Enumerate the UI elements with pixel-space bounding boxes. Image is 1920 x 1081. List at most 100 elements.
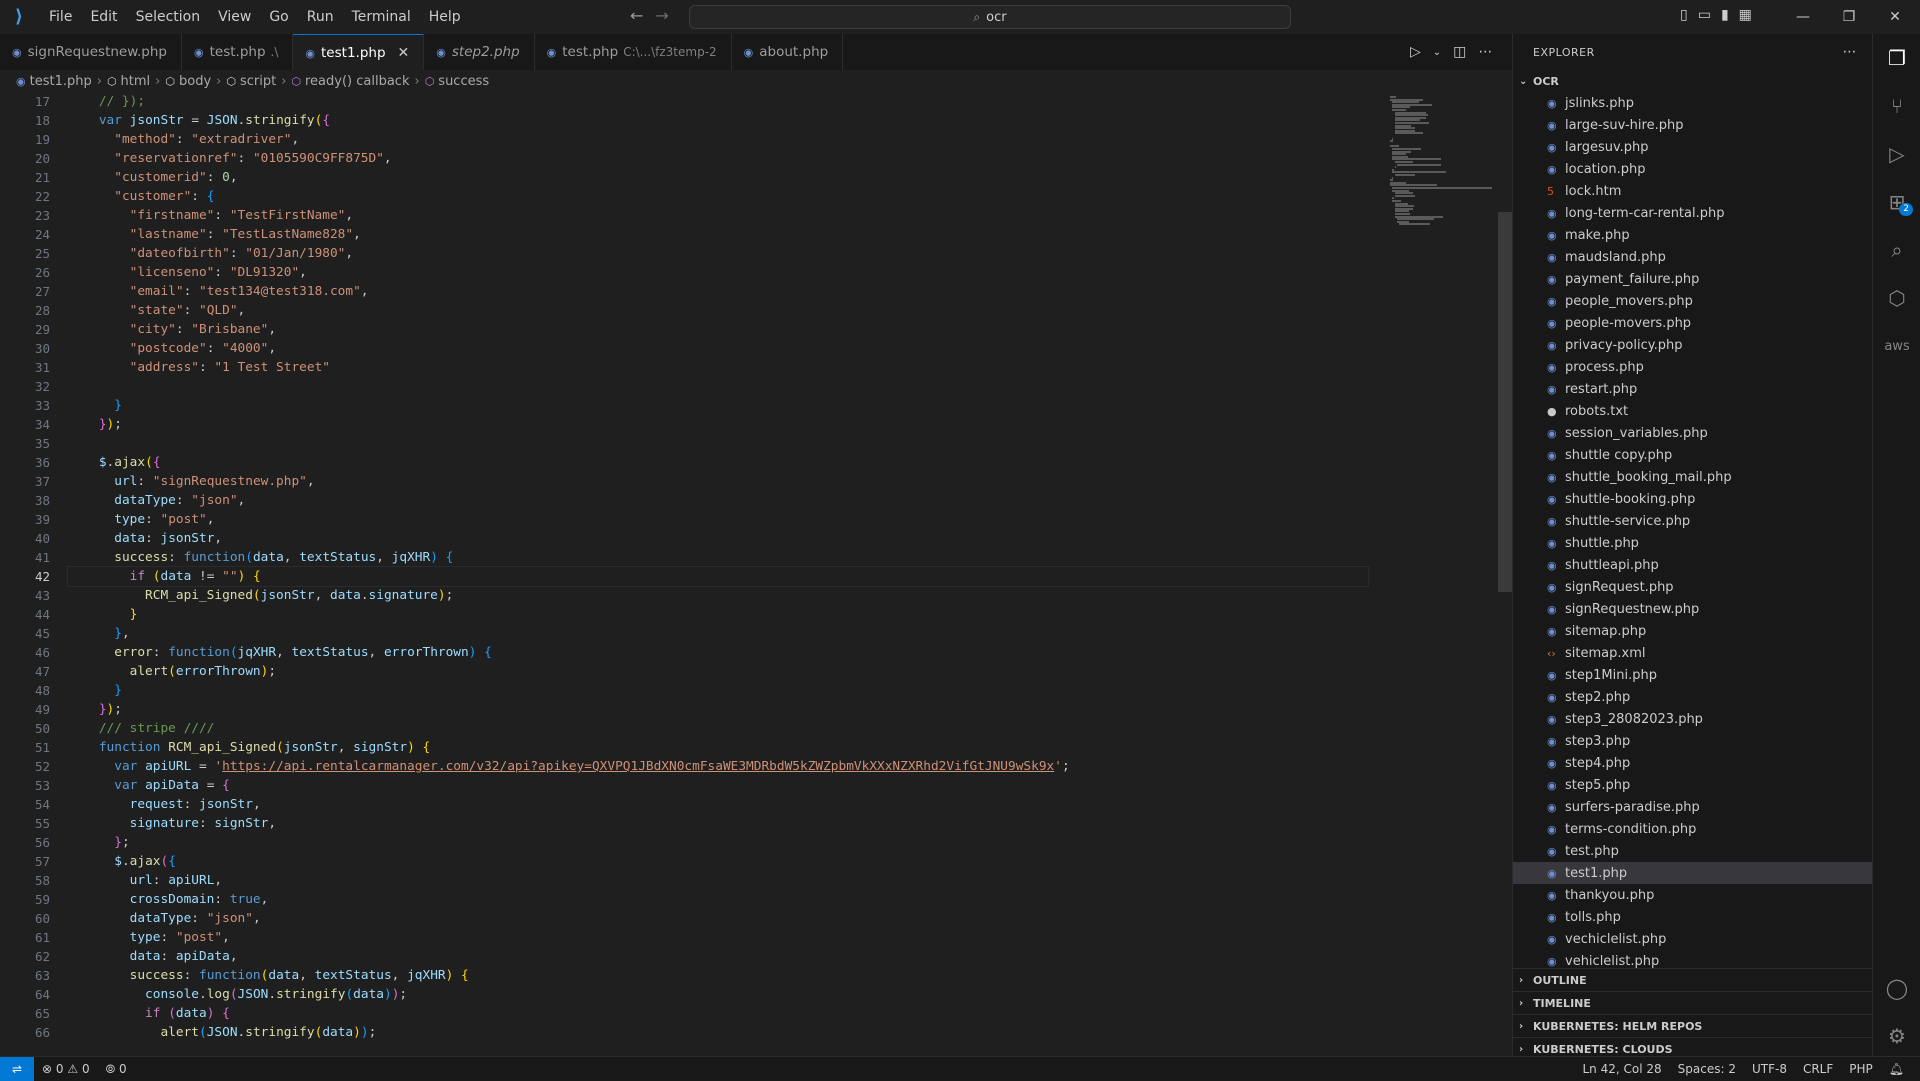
tab-about-php[interactable]: ◉ about.php — [732, 34, 844, 70]
file-item-location-php[interactable]: ◉ location.php — [1513, 158, 1873, 180]
file-item-shuttle-copy-php[interactable]: ◉ shuttle copy.php — [1513, 444, 1873, 466]
file-item-step1mini-php[interactable]: ◉ step1Mini.php — [1513, 664, 1873, 686]
explorer-root-folder[interactable]: ⌄ OCR — [1513, 70, 1873, 92]
remote-indicator-icon[interactable]: ⇌ — [0, 1057, 34, 1081]
file-item-step3-php[interactable]: ◉ step3.php — [1513, 730, 1873, 752]
split-editor-icon[interactable]: ◫ — [1453, 44, 1466, 62]
file-item-test-php[interactable]: ◉ test.php — [1513, 840, 1873, 862]
close-window-icon[interactable]: ✕ — [1872, 9, 1918, 25]
file-item-surfers-paradise-php[interactable]: ◉ surfers-paradise.php — [1513, 796, 1873, 818]
file-item-test1-php[interactable]: ◉ test1.php — [1513, 862, 1873, 884]
file-item-session_variables-php[interactable]: ◉ session_variables.php — [1513, 422, 1873, 444]
breadcrumb-item[interactable]: ⬡ script — [226, 74, 276, 89]
customize-layout-icon[interactable]: ▦ — [1739, 7, 1752, 23]
more-actions-icon[interactable]: ⋯ — [1843, 44, 1858, 60]
breadcrumb-item[interactable]: ⬡ body — [165, 74, 211, 89]
file-item-shuttle-service-php[interactable]: ◉ shuttle-service.php — [1513, 510, 1873, 532]
code-editor[interactable]: 17 18 19 20 21 22 23 24 25 26 27 28 29 30 31 32 33 34 35 36… — [0, 92, 1512, 1056]
file-item-sitemap-xml[interactable]: ‹› sitemap.xml — [1513, 642, 1873, 664]
menu-go[interactable]: Go — [260, 0, 297, 34]
menu-help[interactable]: Help — [420, 0, 470, 34]
encoding[interactable]: UTF-8 — [1744, 1062, 1795, 1076]
account-icon[interactable]: ◯ — [1873, 964, 1920, 1012]
toggle-secondary-sidebar-icon[interactable]: ▮ — [1721, 7, 1729, 23]
code-content[interactable]: // }); var jsonStr = JSON.stringify({ "m… — [67, 92, 1369, 1042]
problems-indicator[interactable]: ⊗ 0 ⚠ 0 — [34, 1062, 98, 1076]
breadcrumb-item[interactable]: ⬡ success — [425, 74, 489, 89]
file-item-step2-php[interactable]: ◉ step2.php — [1513, 686, 1873, 708]
search-icon[interactable]: ⌕ — [1873, 226, 1920, 274]
breadcrumb-item[interactable]: ⬡ html — [107, 74, 150, 89]
forward-arrow-icon[interactable]: → — [655, 6, 668, 25]
vertical-scrollbar[interactable] — [1498, 212, 1512, 592]
file-item-step5-php[interactable]: ◉ step5.php — [1513, 774, 1873, 796]
explorer-icon[interactable]: ❐ — [1873, 34, 1920, 82]
end-of-line[interactable]: CRLF — [1795, 1062, 1841, 1076]
menu-file[interactable]: File — [40, 0, 81, 34]
minimize-icon[interactable]: — — [1780, 9, 1826, 25]
menu-run[interactable]: Run — [298, 0, 343, 34]
notifications-bell-icon[interactable]: 🔔︎ — [1881, 1062, 1912, 1076]
command-center-search[interactable]: ⌕ ocr — [689, 5, 1291, 29]
tab-test1-php[interactable]: ◉ test1.php ✕ — [293, 34, 425, 71]
toggle-panel-icon[interactable]: ▭ — [1698, 7, 1711, 23]
file-item-sitemap-php[interactable]: ◉ sitemap.php — [1513, 620, 1873, 642]
run-icon[interactable]: ▷ — [1410, 44, 1421, 62]
file-item-payment_failure-php[interactable]: ◉ payment_failure.php — [1513, 268, 1873, 290]
tab-signrequestnew-php[interactable]: ◉ signRequestnew.php — [0, 34, 183, 70]
indentation[interactable]: Spaces: 2 — [1670, 1062, 1744, 1076]
file-item-privacy-policy-php[interactable]: ◉ privacy-policy.php — [1513, 334, 1873, 356]
breadcrumb-item[interactable]: ◉ test1.php — [16, 74, 92, 89]
settings-gear-icon[interactable]: ⚙ — [1873, 1012, 1920, 1060]
file-item-signrequest-php[interactable]: ◉ signRequest.php — [1513, 576, 1873, 598]
file-item-terms-condition-php[interactable]: ◉ terms-condition.php — [1513, 818, 1873, 840]
breadcrumb-item[interactable]: ⬡ ready() callback — [291, 74, 409, 89]
ports-indicator[interactable]: ⦾ 0 — [98, 1062, 135, 1077]
menu-terminal[interactable]: Terminal — [343, 0, 420, 34]
run-debug-icon[interactable]: ▷ — [1873, 130, 1920, 178]
tab-test-php[interactable]: ◉ test.php .\ — [182, 34, 294, 70]
file-item-largesuv-php[interactable]: ◉ largesuv.php — [1513, 136, 1873, 158]
back-arrow-icon[interactable]: ← — [630, 6, 643, 25]
chevron-down-icon[interactable]: ⌄ — [1433, 44, 1441, 62]
tab-step2-php[interactable]: ◉ step2.php — [424, 34, 535, 70]
file-item-step3_28082023-php[interactable]: ◉ step3_28082023.php — [1513, 708, 1873, 730]
file-item-thankyou-php[interactable]: ◉ thankyou.php — [1513, 884, 1873, 906]
file-item-step4-php[interactable]: ◉ step4.php — [1513, 752, 1873, 774]
file-item-lock-htm[interactable]: 5 lock.htm — [1513, 180, 1873, 202]
menu-view[interactable]: View — [209, 0, 260, 34]
toggle-primary-sidebar-icon[interactable]: ▯ — [1680, 7, 1688, 23]
cursor-position[interactable]: Ln 42, Col 28 — [1575, 1062, 1670, 1076]
file-item-vechiclelist-php[interactable]: ◉ vechiclelist.php — [1513, 928, 1873, 950]
file-item-signrequestnew-php[interactable]: ◉ signRequestnew.php — [1513, 598, 1873, 620]
file-item-process-php[interactable]: ◉ process.php — [1513, 356, 1873, 378]
tab-test-php[interactable]: ◉ test.php C:\...\fz3temp-2 — [535, 34, 732, 70]
file-item-make-php[interactable]: ◉ make.php — [1513, 224, 1873, 246]
file-item-robots-txt[interactable]: ● robots.txt — [1513, 400, 1873, 422]
section-outline[interactable]: › OUTLINE — [1513, 968, 1873, 991]
file-item-shuttle_booking_mail-php[interactable]: ◉ shuttle_booking_mail.php — [1513, 466, 1873, 488]
file-item-restart-php[interactable]: ◉ restart.php — [1513, 378, 1873, 400]
section-kubernetes-helm-repos[interactable]: › KUBERNETES: HELM REPOS — [1513, 1014, 1873, 1037]
kubernetes-icon[interactable]: ⬡ — [1873, 274, 1920, 322]
file-item-people-movers-php[interactable]: ◉ people-movers.php — [1513, 312, 1873, 334]
file-item-shuttleapi-php[interactable]: ◉ shuttleapi.php — [1513, 554, 1873, 576]
minimap[interactable] — [1385, 92, 1497, 252]
file-item-jslinks-php[interactable]: ◉ jslinks.php — [1513, 92, 1873, 114]
close-icon[interactable]: ✕ — [398, 45, 410, 61]
file-item-tolls-php[interactable]: ◉ tolls.php — [1513, 906, 1873, 928]
file-item-long-term-car-rental-php[interactable]: ◉ long-term-car-rental.php — [1513, 202, 1873, 224]
extensions-icon[interactable]: ⊞ 2 — [1873, 178, 1920, 226]
file-item-shuttle-booking-php[interactable]: ◉ shuttle-booking.php — [1513, 488, 1873, 510]
language-mode[interactable]: PHP — [1841, 1062, 1881, 1076]
file-item-shuttle-php[interactable]: ◉ shuttle.php — [1513, 532, 1873, 554]
file-item-maudsland-php[interactable]: ◉ maudsland.php — [1513, 246, 1873, 268]
source-control-icon[interactable]: ⑂ — [1873, 82, 1920, 130]
file-item-large-suv-hire-php[interactable]: ◉ large-suv-hire.php — [1513, 114, 1873, 136]
menu-edit[interactable]: Edit — [81, 0, 126, 34]
file-item-people_movers-php[interactable]: ◉ people_movers.php — [1513, 290, 1873, 312]
section-timeline[interactable]: › TIMELINE — [1513, 991, 1873, 1014]
aws-icon[interactable]: aws — [1873, 322, 1920, 370]
more-actions-icon[interactable]: ⋯ — [1478, 44, 1492, 62]
menu-selection[interactable]: Selection — [127, 0, 210, 34]
